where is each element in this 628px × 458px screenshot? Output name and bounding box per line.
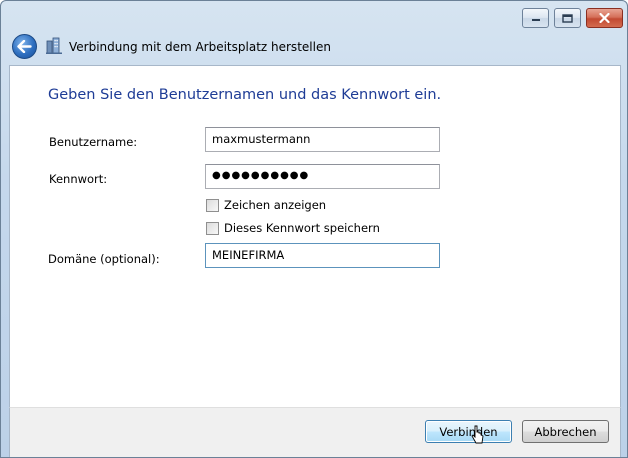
maximize-icon bbox=[562, 13, 573, 23]
page-heading: Geben Sie den Benutzernamen und das Kenn… bbox=[48, 87, 442, 103]
password-label: Kennwort: bbox=[49, 172, 108, 186]
workplace-network-icon bbox=[46, 37, 62, 54]
maximize-button[interactable] bbox=[554, 8, 581, 28]
window-title: Verbindung mit dem Arbeitsplatz herstell… bbox=[69, 40, 331, 54]
mouse-pointer-icon bbox=[471, 425, 484, 444]
back-button[interactable] bbox=[12, 34, 37, 59]
back-arrow-icon bbox=[17, 40, 32, 53]
button-bar: Verbinden Abbrechen bbox=[9, 407, 621, 457]
cancel-button[interactable]: Abbrechen bbox=[522, 420, 609, 443]
minimize-button[interactable] bbox=[522, 8, 549, 28]
show-chars-option[interactable]: Zeichen anzeigen bbox=[206, 198, 326, 212]
password-input[interactable]: ●●●●●●●●●● bbox=[205, 164, 440, 189]
domain-input[interactable]: MEINEFIRMA bbox=[205, 243, 440, 268]
close-button[interactable] bbox=[586, 8, 623, 28]
show-chars-checkbox[interactable] bbox=[206, 198, 219, 212]
domain-label: Domäne (optional): bbox=[48, 252, 160, 266]
connect-button[interactable]: Verbinden bbox=[425, 420, 512, 443]
title-bar[interactable]: Verbindung mit dem Arbeitsplatz herstell… bbox=[1, 1, 627, 65]
show-chars-label: Zeichen anzeigen bbox=[224, 198, 327, 212]
username-input[interactable]: maxmustermann bbox=[205, 127, 440, 152]
close-icon bbox=[599, 13, 610, 23]
save-password-option[interactable]: Dieses Kennwort speichern bbox=[206, 221, 380, 235]
save-password-label: Dieses Kennwort speichern bbox=[224, 221, 380, 235]
username-label: Benutzername: bbox=[49, 135, 138, 149]
content-area: Geben Sie den Benutzernamen und das Kenn… bbox=[9, 65, 621, 407]
minimize-icon bbox=[531, 19, 540, 21]
dialog-window: Verbindung mit dem Arbeitsplatz herstell… bbox=[0, 0, 628, 458]
save-password-checkbox[interactable] bbox=[206, 221, 219, 235]
